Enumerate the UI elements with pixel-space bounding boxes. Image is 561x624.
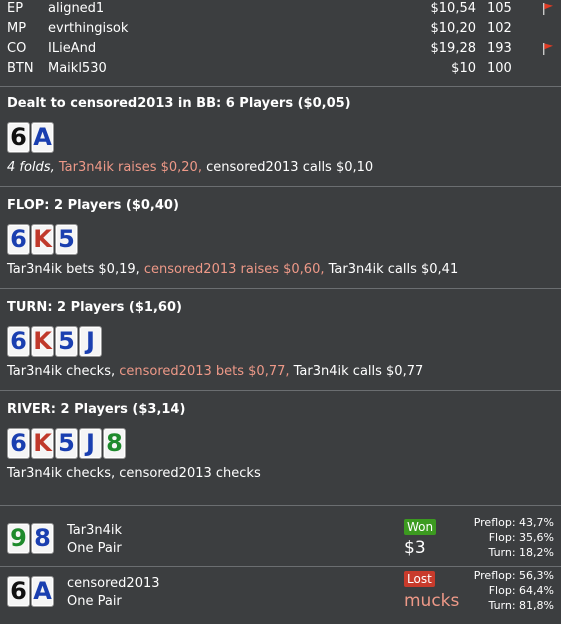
mucks-label: mucks xyxy=(404,591,460,611)
action-text: censored2013 calls $0,10 xyxy=(206,160,374,175)
stat-label: Turn: xyxy=(488,599,516,612)
player-row[interactable]: BTN Maikl530 $10 100 xyxy=(0,60,561,80)
stat-label: Preflop: xyxy=(473,516,516,529)
card-A-diamond: A xyxy=(31,576,54,607)
card-J-diamond: J xyxy=(79,428,102,459)
highlighted-action: censored2013 raises $0,60, xyxy=(143,262,329,277)
street-actions-flop: Tar3n4ik bets $0,19, censored2013 raises… xyxy=(7,262,458,278)
player-bb: 102 xyxy=(487,21,512,36)
player-bb: 193 xyxy=(487,41,512,56)
equity-stats: Preflop: 56,3% Flop: 64,4% Turn: 81,8% xyxy=(474,568,554,613)
player-name: ILieAnd xyxy=(48,41,97,56)
street-actions-preflop: 4 folds, Tar3n4ik raises $0,20, censored… xyxy=(7,160,373,176)
stat-label: Turn: xyxy=(488,546,516,559)
stat-label: Flop: xyxy=(488,584,516,597)
player-name: Tar3n4ik xyxy=(67,523,123,538)
player-row[interactable]: EP aligned1 $10,54 105 xyxy=(0,0,561,20)
street-heading-turn: TURN: 2 Players ($1,60) xyxy=(7,300,182,315)
flag-icon xyxy=(541,42,555,56)
card-K-heart: K xyxy=(31,428,54,459)
action-text: Tar3n4ik checks, censored2013 checks xyxy=(7,466,261,481)
divider xyxy=(0,86,561,87)
card-K-heart: K xyxy=(31,326,54,357)
lost-badge: Lost xyxy=(404,571,435,587)
player-bb: 105 xyxy=(487,1,512,16)
hand-rank: One Pair xyxy=(67,594,122,609)
player-position: MP xyxy=(7,21,27,36)
street-heading-preflop: Dealt to censored2013 in BB: 6 Players (… xyxy=(7,96,351,111)
card-6-spade: 6 xyxy=(7,576,30,607)
highlighted-action: censored2013 bets $0,77, xyxy=(119,364,294,379)
won-badge: Won xyxy=(404,519,437,535)
street-heading-flop: FLOP: 2 Players ($0,40) xyxy=(7,198,179,213)
stat-label: Preflop: xyxy=(473,569,516,582)
stat-label: Flop: xyxy=(488,531,516,544)
player-name: evrthingisok xyxy=(48,21,129,36)
card-8-diamond: 8 xyxy=(31,523,54,554)
equity-stats: Preflop: 43,7% Flop: 35,6% Turn: 18,2% xyxy=(474,515,554,560)
card-6-diamond: 6 xyxy=(7,224,30,255)
card-6-diamond: 6 xyxy=(7,326,30,357)
showdown-row-loser[interactable]: 6A censored2013 One Pair Lost mucks Pref… xyxy=(0,567,561,619)
street-actions-river: Tar3n4ik checks, censored2013 checks xyxy=(7,466,261,482)
won-amount: $3 xyxy=(404,538,426,558)
player-row[interactable]: CO ILieAnd $19,28 193 xyxy=(0,40,561,60)
player-bb: 100 xyxy=(487,61,512,76)
action-text: Tar3n4ik checks, xyxy=(7,364,120,379)
highlighted-action: Tar3n4ik raises $0,20, xyxy=(58,160,207,175)
card-5-diamond: 5 xyxy=(55,428,78,459)
preflop-equity: 43,7% xyxy=(519,516,554,529)
player-stack: $10 xyxy=(451,61,476,76)
action-text: Tar3n4ik calls $0,41 xyxy=(328,262,459,277)
player-row[interactable]: MP evrthingisok $10,20 102 xyxy=(0,20,561,40)
action-text: 4 folds, xyxy=(7,160,59,175)
player-position: CO xyxy=(7,41,27,56)
player-position: EP xyxy=(7,1,24,16)
hand-rank: One Pair xyxy=(67,541,122,556)
flop-equity: 64,4% xyxy=(519,584,554,597)
card-A-diamond: A xyxy=(31,122,54,153)
players-list: EP aligned1 $10,54 105 MP evrthingisok $… xyxy=(0,0,561,86)
card-K-heart: K xyxy=(31,224,54,255)
divider xyxy=(0,505,561,506)
card-J-diamond: J xyxy=(79,326,102,357)
flag-icon xyxy=(541,2,555,16)
player-name: aligned1 xyxy=(48,1,105,16)
divider xyxy=(0,288,561,289)
player-position: BTN xyxy=(7,61,34,76)
divider xyxy=(0,390,561,391)
player-stack: $10,20 xyxy=(430,21,477,36)
preflop-equity: 56,3% xyxy=(519,569,554,582)
street-heading-river: RIVER: 2 Players ($3,14) xyxy=(7,402,186,417)
player-name: censored2013 xyxy=(67,576,160,591)
turn-equity: 81,8% xyxy=(519,599,554,612)
player-name: Maikl530 xyxy=(48,61,107,76)
action-text: Tar3n4ik calls $0,77 xyxy=(293,364,424,379)
card-5-diamond: 5 xyxy=(55,326,78,357)
card-6-spade: 6 xyxy=(7,122,30,153)
showdown-row-winner[interactable]: 98 Tar3n4ik One Pair Won $3 Preflop: 43,… xyxy=(0,514,561,564)
card-6-diamond: 6 xyxy=(7,428,30,459)
flop-equity: 35,6% xyxy=(519,531,554,544)
card-5-diamond: 5 xyxy=(55,224,78,255)
street-actions-turn: Tar3n4ik checks, censored2013 bets $0,77… xyxy=(7,364,423,380)
player-stack: $10,54 xyxy=(430,1,477,16)
card-8-club: 8 xyxy=(103,428,126,459)
action-text: Tar3n4ik bets $0,19, xyxy=(7,262,144,277)
turn-equity: 18,2% xyxy=(519,546,554,559)
divider xyxy=(0,186,561,187)
card-9-club: 9 xyxy=(7,523,30,554)
player-stack: $19,28 xyxy=(430,41,477,56)
